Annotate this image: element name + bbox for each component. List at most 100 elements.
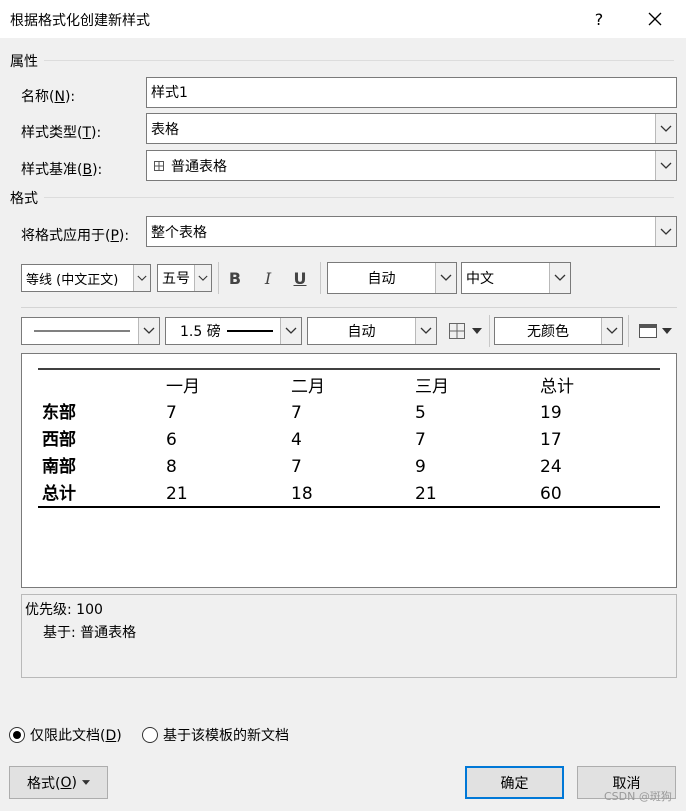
font-value: 等线 (中文正文) xyxy=(26,272,119,288)
preview-cell: 24 xyxy=(540,457,562,477)
italic-button[interactable]: I xyxy=(255,264,281,292)
ok-button[interactable]: 确定 xyxy=(465,766,564,799)
properties-section-label: 属性 xyxy=(10,54,38,70)
caret-down-icon xyxy=(472,328,482,334)
preview-header-cell: 三月 xyxy=(415,377,449,397)
priority-text: 优先级: 100 xyxy=(25,602,103,618)
chevron-down-icon xyxy=(143,327,155,334)
underline-button[interactable]: U xyxy=(287,264,313,292)
preview-cell: 南部 xyxy=(42,456,76,477)
style-based-on-select[interactable]: 普通表格 xyxy=(146,150,677,181)
table-style-options-button[interactable] xyxy=(633,317,677,345)
style-type-label: 样式类型(T): xyxy=(21,125,102,141)
table-style-icon xyxy=(639,324,657,338)
border-width-value: 1.5 磅 xyxy=(180,324,221,340)
shading-select[interactable]: 无颜色 xyxy=(494,317,623,345)
border-width-select[interactable]: 1.5 磅 xyxy=(165,317,302,345)
style-type-select[interactable]: 表格 xyxy=(146,113,677,144)
preview-cell: 18 xyxy=(291,484,313,504)
toolbar-divider xyxy=(21,307,677,308)
shading-value: 无颜色 xyxy=(527,324,569,340)
new-documents-template-label: 基于该模板的新文档 xyxy=(163,728,289,744)
style-type-dropdown[interactable] xyxy=(655,114,676,143)
border-width-dropdown[interactable] xyxy=(280,318,301,344)
script-select[interactable]: 中文 xyxy=(461,262,571,294)
style-based-on-dropdown[interactable] xyxy=(655,151,676,180)
border-style-select[interactable] xyxy=(21,317,160,345)
font-size-dropdown[interactable] xyxy=(194,265,211,291)
font-color-select[interactable]: 自动 xyxy=(327,262,457,294)
style-based-on-label: 样式基准(B): xyxy=(21,162,103,178)
preview-cell: 总计 xyxy=(42,483,76,504)
close-icon xyxy=(648,12,662,26)
format-section-label: 格式 xyxy=(10,191,38,207)
properties-divider xyxy=(44,60,674,61)
border-style-line-icon xyxy=(22,329,138,333)
apply-to-select[interactable]: 整个表格 xyxy=(146,216,677,247)
based-on-text: 基于: 普通表格 xyxy=(43,625,137,641)
caret-down-icon xyxy=(81,780,90,785)
toolbar-separator xyxy=(628,315,629,347)
this-document-only-radio[interactable]: 仅限此文档(D) xyxy=(9,725,122,745)
radio-unselected-icon xyxy=(142,727,158,743)
preview-cell: 9 xyxy=(415,457,426,477)
help-button[interactable]: ? xyxy=(584,4,614,34)
new-documents-template-radio[interactable]: 基于该模板的新文档 xyxy=(142,725,289,745)
name-label: 名称(N): xyxy=(21,89,76,105)
preview-cell: 西部 xyxy=(42,429,76,450)
font-size-select[interactable]: 五号 xyxy=(157,264,212,292)
window-title: 根据格式化创建新样式 xyxy=(10,13,150,29)
this-document-only-label: 仅限此文档(D) xyxy=(30,728,122,744)
name-input[interactable]: 样式1 xyxy=(146,77,677,108)
table-grid-icon xyxy=(147,160,171,171)
chevron-down-icon xyxy=(285,327,297,334)
chevron-down-icon xyxy=(420,327,432,334)
font-color-dropdown[interactable] xyxy=(435,263,456,293)
preview-cell: 7 xyxy=(291,403,302,423)
radio-selected-icon xyxy=(9,727,25,743)
preview-cell: 19 xyxy=(540,403,562,423)
apply-to-value: 整个表格 xyxy=(151,224,207,241)
borders-button[interactable] xyxy=(443,317,487,345)
format-menu-button[interactable]: 格式(O) xyxy=(9,766,108,799)
chevron-down-icon xyxy=(198,275,208,281)
shading-dropdown[interactable] xyxy=(601,318,622,344)
border-style-dropdown[interactable] xyxy=(138,318,159,344)
font-color-value: 自动 xyxy=(367,271,396,287)
caret-down-icon xyxy=(662,328,672,334)
preview-header-cell: 总计 xyxy=(540,377,574,397)
preview-cell: 7 xyxy=(291,457,302,477)
preview-cell: 6 xyxy=(166,430,177,450)
script-dropdown[interactable] xyxy=(549,263,570,293)
close-button[interactable] xyxy=(640,4,670,34)
chevron-down-icon xyxy=(554,274,566,281)
chevron-down-icon xyxy=(660,228,672,235)
apply-to-label: 将格式应用于(P): xyxy=(21,228,130,244)
font-dropdown[interactable] xyxy=(133,265,150,291)
font-size-value: 五号 xyxy=(162,271,190,287)
toolbar-separator xyxy=(320,262,321,294)
chevron-down-icon xyxy=(606,327,618,334)
preview-table: 一月 二月 三月 总计东部 7 7 5 19西部 6 4 7 17南部 8 7 9 24总计 21 18 21 60 xyxy=(38,368,660,508)
style-description: 优先级: 100 基于: 普通表格 xyxy=(21,594,677,678)
border-width-line-icon xyxy=(226,330,273,332)
border-color-value: 自动 xyxy=(347,324,376,340)
preview-pane: 一月 二月 三月 总计 东部 7 7 5 19 西部 6 4 7 17 南部 8 7 9 24 总计 21 18 21 60 xyxy=(21,353,677,588)
preview-cell: 21 xyxy=(166,484,188,504)
border-color-dropdown[interactable] xyxy=(415,318,436,344)
font-select[interactable]: 等线 (中文正文) xyxy=(21,264,151,292)
toolbar-separator xyxy=(218,262,219,294)
style-type-value: 表格 xyxy=(151,121,179,138)
chevron-down-icon xyxy=(137,275,147,281)
chevron-down-icon xyxy=(440,274,452,281)
preview-cell: 4 xyxy=(291,430,302,450)
preview-cell: 21 xyxy=(415,484,437,504)
preview-header-cell: 一月 xyxy=(166,377,200,397)
preview-cell: 7 xyxy=(415,430,426,450)
preview-cell: 17 xyxy=(540,430,562,450)
preview-cell: 7 xyxy=(166,403,177,423)
border-color-select[interactable]: 自动 xyxy=(307,317,437,345)
bold-button[interactable]: B xyxy=(222,264,248,292)
apply-to-dropdown[interactable] xyxy=(655,217,676,246)
format-divider xyxy=(44,197,674,198)
